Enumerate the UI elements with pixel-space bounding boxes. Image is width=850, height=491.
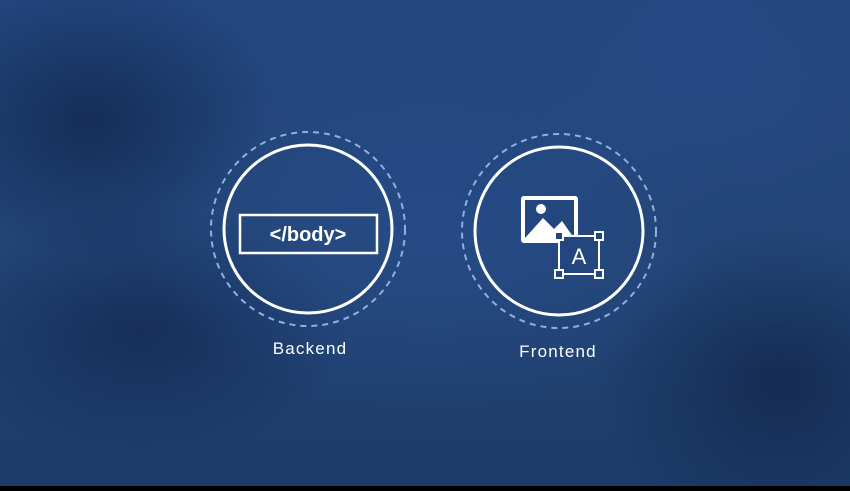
frontend-label: Frontend — [519, 342, 597, 361]
sun-shape — [536, 204, 546, 214]
glyph-text: A — [572, 244, 587, 269]
backend-card: </body> — [210, 131, 406, 327]
image-text-icon: A — [521, 196, 604, 279]
code-tag-icon: </body> — [238, 213, 379, 255]
illustration: </body> A — [210, 131, 657, 329]
frontend-card: A — [461, 133, 657, 329]
code-text: </body> — [270, 224, 347, 246]
handle-bottom-left — [554, 269, 564, 279]
backend-label: Backend — [272, 339, 348, 358]
text-box-icon: A — [554, 231, 604, 279]
handle-top-right — [594, 231, 604, 241]
handle-bottom-right — [594, 269, 604, 279]
background-stage: </body> A Backend Frontend — [0, 0, 850, 486]
handle-top-left — [554, 231, 564, 241]
bottom-bar — [0, 486, 850, 491]
